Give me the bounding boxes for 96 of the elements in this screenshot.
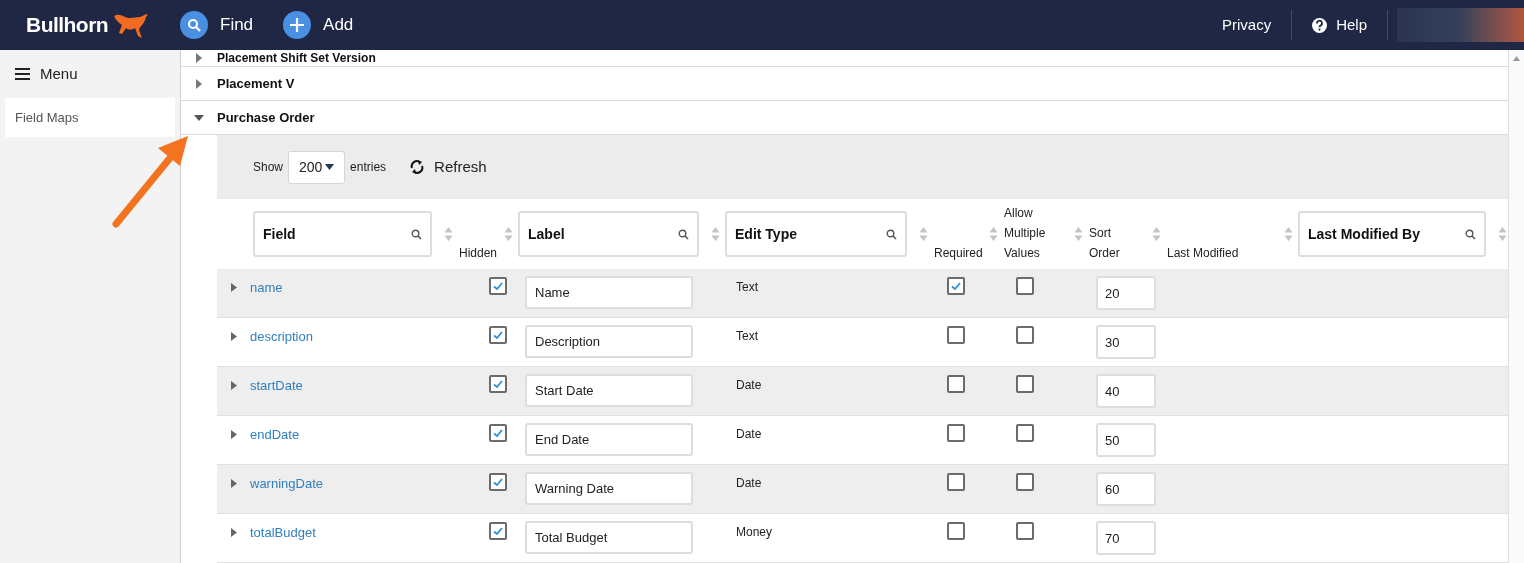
show-label: Show (253, 159, 284, 176)
edit-type-text: Text (736, 279, 758, 296)
field-link[interactable]: warningDate (250, 474, 323, 494)
caret-right-icon (194, 78, 204, 89)
plus-icon (283, 11, 312, 39)
checkbox[interactable] (1016, 277, 1034, 295)
entries-label: entries (350, 159, 387, 176)
section-header[interactable]: Placement Shift Set Version (181, 50, 1508, 67)
check-icon (492, 329, 504, 341)
search-icon (180, 11, 208, 39)
column-search-field[interactable]: Last Modified By (1298, 211, 1486, 257)
help-link[interactable]: Help (1292, 13, 1387, 37)
caret-right-icon[interactable] (231, 332, 237, 341)
sort-order-input[interactable]: 60 (1096, 472, 1156, 506)
header-action-button[interactable]: Find (180, 11, 254, 39)
check-icon (492, 280, 504, 292)
logo-text[interactable]: Bullhorn (26, 9, 109, 41)
edit-type-text: Text (736, 328, 758, 345)
section-header[interactable]: Placement V (181, 67, 1508, 101)
checkbox[interactable] (947, 473, 965, 491)
checkbox[interactable] (947, 326, 965, 344)
checkbox[interactable] (1016, 326, 1034, 344)
search-icon (678, 228, 689, 240)
label-input[interactable]: Total Budget (525, 521, 693, 554)
section-title: Placement V (217, 74, 295, 93)
checkbox[interactable] (947, 277, 965, 295)
refresh-button[interactable]: Refresh (409, 155, 487, 179)
checkbox[interactable] (489, 473, 507, 491)
checkbox[interactable] (1016, 522, 1034, 540)
edit-type-text: Date (736, 377, 762, 394)
caret-right-icon[interactable] (231, 381, 237, 390)
entries-dropdown[interactable]: 200 (288, 150, 346, 184)
sort-order-input[interactable]: 70 (1096, 521, 1156, 555)
checkbox[interactable] (489, 522, 507, 540)
checkbox[interactable] (947, 424, 965, 442)
checkbox[interactable] (947, 375, 965, 393)
check-icon (492, 525, 504, 537)
menu-icon (15, 68, 30, 80)
scroll-up-icon[interactable] (1513, 56, 1520, 61)
column-header: Allow Multiple Values (1003, 205, 1047, 262)
edit-type-text: Date (736, 475, 762, 492)
column-header: Sort Order (1088, 225, 1121, 262)
caret-down-icon (325, 164, 335, 170)
caret-right-icon[interactable] (231, 528, 237, 537)
label-input[interactable]: Name (525, 276, 693, 309)
refresh-icon (409, 159, 426, 175)
checkbox[interactable] (947, 522, 965, 540)
label-input[interactable]: Start Date (525, 374, 693, 407)
caret-right-icon[interactable] (231, 479, 237, 488)
help-icon (1312, 17, 1328, 33)
caret-down-icon (194, 112, 204, 123)
search-icon (1465, 228, 1476, 240)
check-icon (492, 476, 504, 488)
column-header: Last Modified (1166, 245, 1239, 262)
sort-order-input[interactable]: 50 (1096, 423, 1156, 457)
field-link[interactable]: name (250, 278, 283, 298)
section-title: Purchase Order (217, 108, 315, 127)
checkbox[interactable] (1016, 424, 1034, 442)
field-link[interactable]: startDate (250, 376, 303, 396)
user-placeholder[interactable] (1397, 8, 1524, 42)
checkbox[interactable] (489, 277, 507, 295)
caret-right-icon (194, 53, 204, 63)
checkbox[interactable] (1016, 375, 1034, 393)
label-input[interactable]: End Date (525, 423, 693, 456)
checkbox[interactable] (489, 375, 507, 393)
sort-order-input[interactable]: 20 (1096, 276, 1156, 310)
sort-order-input[interactable]: 30 (1096, 325, 1156, 359)
checkbox[interactable] (1016, 473, 1034, 491)
menu-button[interactable]: Menu (0, 50, 180, 98)
sort-order-input[interactable]: 40 (1096, 374, 1156, 408)
check-icon (950, 280, 962, 292)
sidebar-item[interactable]: Field Maps (5, 98, 175, 137)
column-search-field[interactable]: Label (518, 211, 699, 257)
scrollbar[interactable] (1508, 50, 1524, 563)
caret-right-icon[interactable] (231, 283, 237, 292)
column-header: Hidden (458, 245, 498, 262)
label-input[interactable]: Warning Date (525, 472, 693, 505)
edit-type-text: Date (736, 426, 762, 443)
label-input[interactable]: Description (525, 325, 693, 358)
search-icon (411, 228, 422, 240)
field-link[interactable]: endDate (250, 425, 300, 445)
check-icon (492, 378, 504, 390)
column-search-field[interactable]: Edit Type (725, 211, 907, 257)
checkbox[interactable] (489, 424, 507, 442)
section-title: Placement Shift Set Version (217, 50, 376, 67)
caret-right-icon[interactable] (231, 430, 237, 439)
field-link[interactable]: description (250, 327, 313, 347)
edit-type-text: Money (736, 524, 773, 541)
column-search-field[interactable]: Field (253, 211, 432, 257)
search-icon (886, 228, 897, 240)
check-icon (492, 427, 504, 439)
header-action-button[interactable]: Add (283, 11, 354, 39)
checkbox[interactable] (489, 326, 507, 344)
column-header: Required (933, 245, 983, 262)
field-link[interactable]: totalBudget (250, 523, 316, 543)
header-link[interactable]: Privacy (1201, 13, 1292, 37)
